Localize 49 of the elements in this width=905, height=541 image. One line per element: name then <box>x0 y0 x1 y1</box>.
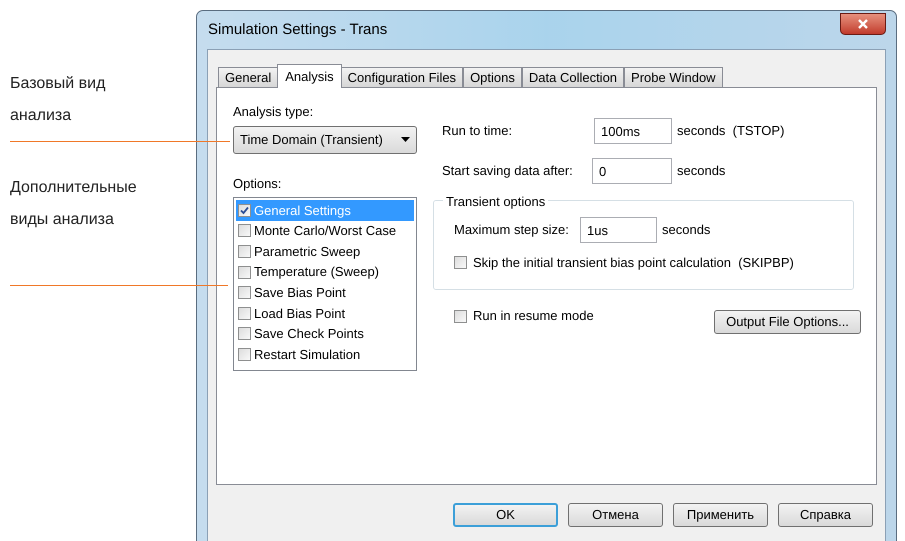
checkbox[interactable] <box>238 244 251 258</box>
tab[interactable]: Configuration Files <box>340 67 464 88</box>
unit-label: seconds <box>677 162 726 180</box>
checkbox[interactable] <box>238 327 251 340</box>
field-label: Analysis type: <box>233 103 314 121</box>
unit-label: seconds <box>662 221 710 240</box>
tab[interactable]: Data Collection <box>522 67 624 88</box>
dialog-button[interactable]: Отмена <box>568 503 663 527</box>
list-item[interactable]: Save Bias Point <box>236 282 414 303</box>
checkbox[interactable] <box>238 306 251 320</box>
list-item[interactable]: Temperature (Sweep) <box>236 262 414 282</box>
annotation-text: Базовый вид анализа <box>10 74 106 126</box>
text-field[interactable]: 1us <box>580 217 657 243</box>
checkmark-icon <box>240 206 249 215</box>
annotation-text: Дополнительные виды анализа <box>10 178 138 230</box>
checkbox[interactable] <box>454 310 467 322</box>
field-label: Options: <box>233 174 282 193</box>
checkbox-label: Run in resume mode <box>473 307 594 326</box>
field-label: Run to time: <box>442 122 514 140</box>
list-item[interactable]: Save Check Points <box>236 324 414 344</box>
checkbox[interactable] <box>238 266 251 279</box>
checkbox[interactable] <box>238 286 251 300</box>
unit-label: seconds (TSTOP) <box>677 122 784 140</box>
checkbox[interactable] <box>238 348 251 361</box>
text-field[interactable]: 100ms <box>594 118 672 144</box>
dialog-button[interactable]: Справка <box>778 503 873 527</box>
window-title: Simulation Settings - Trans <box>208 20 388 40</box>
dialog-button[interactable]: Применить <box>673 503 768 527</box>
tab[interactable]: Options <box>463 67 522 88</box>
tab[interactable]: Probe Window <box>624 67 723 88</box>
list-item[interactable]: Restart Simulation <box>236 344 414 365</box>
dialog-button[interactable]: OK <box>453 503 558 527</box>
field-label: Start saving data after: <box>442 162 574 180</box>
close-button[interactable] <box>840 13 886 35</box>
text-field[interactable]: 0 <box>592 158 672 184</box>
list-item[interactable]: Monte Carlo/Worst Case <box>236 220 414 242</box>
output-file-options-button[interactable]: Output File Options... <box>714 310 861 334</box>
tab[interactable]: Analysis <box>277 64 342 88</box>
checkbox[interactable] <box>238 204 251 217</box>
dropdown-arrow-icon <box>401 137 410 142</box>
field-label: Maximum step size: <box>454 221 570 240</box>
checkbox[interactable] <box>454 256 467 270</box>
checkbox-label: Skip the initial transient bias point calculation (SKIPBP) <box>473 254 794 272</box>
checkbox[interactable] <box>238 224 251 238</box>
analysis-type-dropdown[interactable]: Time Domain (Transient) <box>233 126 417 154</box>
tab[interactable]: General <box>218 67 278 88</box>
list-item[interactable]: Load Bias Point <box>236 302 414 324</box>
close-icon <box>857 19 869 29</box>
list-item[interactable]: Parametric Sweep <box>236 241 414 262</box>
